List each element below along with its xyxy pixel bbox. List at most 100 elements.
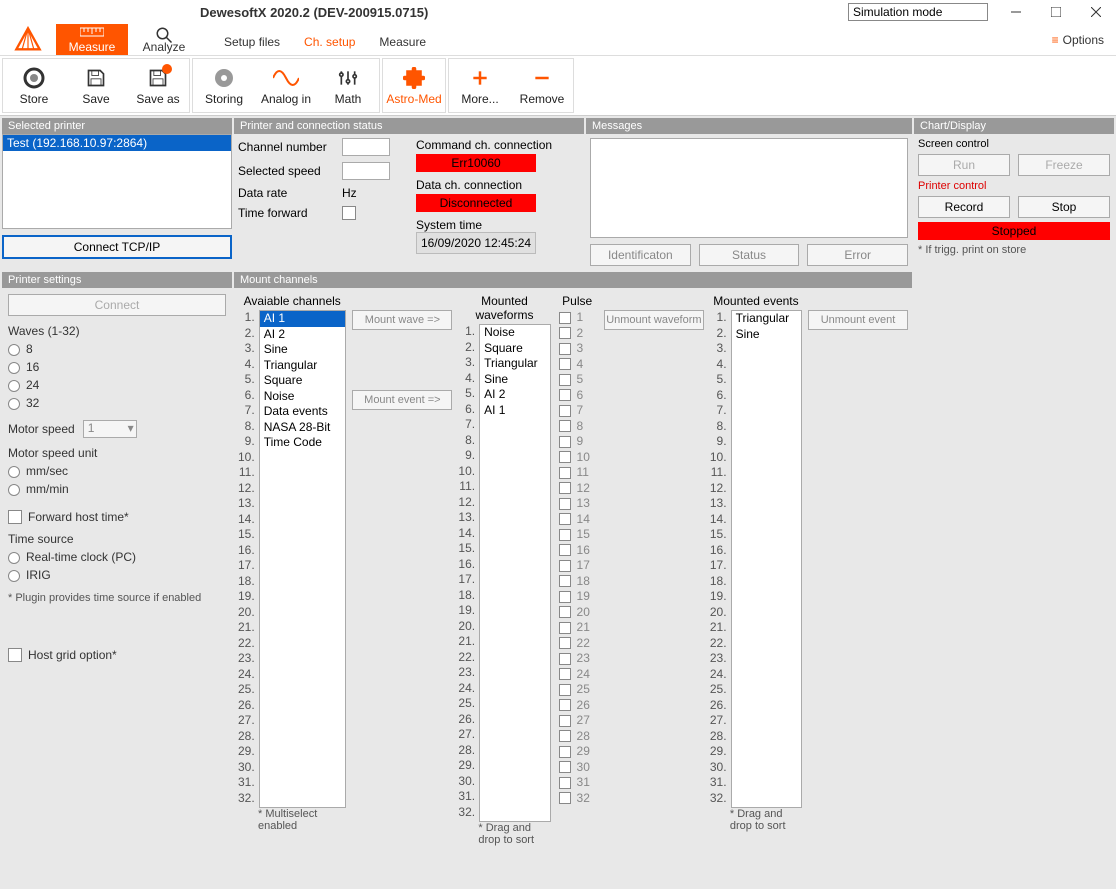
pulse-checkbox[interactable]: [559, 730, 571, 742]
list-item[interactable]: [260, 497, 346, 513]
pulse-row[interactable]: 25: [557, 682, 598, 698]
options-button[interactable]: ≡Options: [1052, 24, 1116, 55]
list-item[interactable]: [732, 776, 801, 792]
subtab-measure[interactable]: Measure: [379, 35, 426, 51]
mounted-events-list[interactable]: TriangularSine: [731, 310, 802, 808]
logo-icon[interactable]: [0, 24, 56, 55]
status-button[interactable]: Status: [699, 244, 800, 266]
pulse-checkbox[interactable]: [559, 498, 571, 510]
list-item[interactable]: [732, 528, 801, 544]
pulse-checkbox[interactable]: [559, 312, 571, 324]
list-item[interactable]: Data events: [260, 404, 346, 420]
list-item[interactable]: [732, 714, 801, 730]
pulse-checkbox[interactable]: [559, 699, 571, 711]
list-item[interactable]: [260, 513, 346, 529]
list-item[interactable]: [480, 465, 549, 481]
pulse-row[interactable]: 12: [557, 481, 598, 497]
pulse-checkbox[interactable]: [559, 715, 571, 727]
pulse-row[interactable]: 18: [557, 574, 598, 590]
mounted-waveforms-list[interactable]: NoiseSquareTriangularSineAI 2AI 1: [479, 324, 550, 822]
run-button[interactable]: Run: [918, 154, 1010, 176]
list-item[interactable]: [260, 652, 346, 668]
list-item[interactable]: [732, 482, 801, 498]
list-item[interactable]: [260, 435, 346, 451]
pulse-checkbox[interactable]: [559, 591, 571, 603]
pulse-checkbox[interactable]: [559, 529, 571, 541]
list-item[interactable]: [732, 606, 801, 622]
radio-rtc[interactable]: Real-time clock (PC): [8, 550, 226, 564]
pulse-row[interactable]: 14: [557, 512, 598, 528]
list-item[interactable]: [260, 792, 346, 808]
pulse-row[interactable]: 1: [557, 310, 598, 326]
list-item[interactable]: [480, 449, 549, 465]
list-item[interactable]: [260, 683, 346, 699]
radio-waves-8[interactable]: 8: [8, 342, 226, 356]
list-item[interactable]: [260, 637, 346, 653]
list-item[interactable]: Sine: [732, 327, 801, 343]
list-item[interactable]: [260, 761, 346, 777]
list-item[interactable]: [480, 511, 549, 527]
radio-mmmin[interactable]: mm/min: [8, 482, 226, 496]
pulse-row[interactable]: 15: [557, 527, 598, 543]
astro-med-button[interactable]: Astro-Med: [383, 59, 445, 112]
host-grid-checkbox[interactable]: [8, 648, 22, 662]
time-forward-checkbox[interactable]: [342, 206, 356, 220]
pulse-checkbox[interactable]: [559, 420, 571, 432]
radio-waves-24[interactable]: 24: [8, 378, 226, 392]
pulse-checkbox[interactable]: [559, 606, 571, 618]
list-item[interactable]: [732, 389, 801, 405]
save-as-button[interactable]: Save as: [127, 59, 189, 112]
store-button[interactable]: Store: [3, 59, 65, 112]
list-item[interactable]: [480, 496, 549, 512]
pulse-checkbox[interactable]: [559, 374, 571, 386]
pulse-checkbox[interactable]: [559, 343, 571, 355]
list-item[interactable]: [260, 544, 346, 560]
list-item[interactable]: [260, 745, 346, 761]
pulse-row[interactable]: 26: [557, 698, 598, 714]
pulse-checkbox[interactable]: [559, 777, 571, 789]
pulse-row[interactable]: 17: [557, 558, 598, 574]
selected-speed-input[interactable]: [342, 162, 390, 180]
pulse-row[interactable]: 20: [557, 605, 598, 621]
list-item[interactable]: [480, 744, 549, 760]
motor-speed-combo[interactable]: 1: [83, 420, 137, 438]
pulse-row[interactable]: 6: [557, 388, 598, 404]
pulse-row[interactable]: 21: [557, 620, 598, 636]
list-item[interactable]: [260, 606, 346, 622]
remove-button[interactable]: Remove: [511, 59, 573, 112]
list-item[interactable]: [260, 621, 346, 637]
pulse-row[interactable]: 30: [557, 760, 598, 776]
pulse-checkbox[interactable]: [559, 684, 571, 696]
list-item[interactable]: [260, 590, 346, 606]
settings-connect-button[interactable]: Connect: [8, 294, 226, 316]
radio-waves-16[interactable]: 16: [8, 360, 226, 374]
list-item[interactable]: NASA 28-Bit Time Code: [260, 420, 346, 436]
list-item[interactable]: [732, 420, 801, 436]
list-item[interactable]: [732, 513, 801, 529]
list-item[interactable]: [732, 544, 801, 560]
pulse-checkbox[interactable]: [559, 746, 571, 758]
list-item[interactable]: Noise: [480, 325, 549, 341]
pulse-row[interactable]: 4: [557, 357, 598, 373]
pulse-list[interactable]: 1234567891011121314151617181920212223242…: [557, 310, 598, 806]
subtab-setup-files[interactable]: Setup files: [224, 35, 280, 51]
list-item[interactable]: Triangular: [480, 356, 549, 372]
available-list[interactable]: AI 1AI 2SineTriangularSquareNoiseData ev…: [259, 310, 347, 808]
unmount-event-button[interactable]: Unmount event: [808, 310, 908, 330]
list-item[interactable]: [732, 792, 801, 808]
storing-button[interactable]: Storing: [193, 59, 255, 112]
pulse-checkbox[interactable]: [559, 436, 571, 448]
list-item[interactable]: [480, 573, 549, 589]
list-item[interactable]: [480, 666, 549, 682]
radio-waves-32[interactable]: 32: [8, 396, 226, 410]
pulse-checkbox[interactable]: [559, 327, 571, 339]
pulse-checkbox[interactable]: [559, 622, 571, 634]
list-item[interactable]: [480, 790, 549, 806]
pulse-row[interactable]: 10: [557, 450, 598, 466]
list-item[interactable]: [732, 652, 801, 668]
unmount-waveform-button[interactable]: Unmount waveform: [604, 310, 704, 330]
list-item[interactable]: [732, 761, 801, 777]
list-item[interactable]: [732, 358, 801, 374]
analog-in-button[interactable]: Analog in: [255, 59, 317, 112]
pulse-row[interactable]: 19: [557, 589, 598, 605]
